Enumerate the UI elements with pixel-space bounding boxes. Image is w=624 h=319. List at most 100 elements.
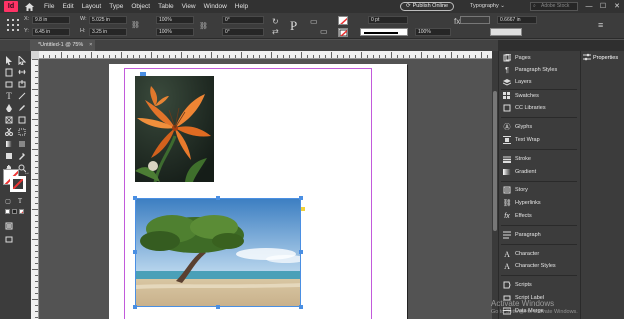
panel-cc-libraries[interactable]: CC Libraries <box>503 103 546 113</box>
panel-character[interactable]: A Character <box>503 249 539 259</box>
pasteboard[interactable] <box>39 59 492 319</box>
resize-handle-tr[interactable] <box>299 196 303 200</box>
link-badge-icon[interactable] <box>140 72 146 76</box>
stroke-weight-field[interactable]: 0 pt <box>368 16 408 24</box>
content-collector-tool-icon[interactable] <box>4 79 14 89</box>
panel-scripts[interactable]: Scripts <box>503 280 532 290</box>
close-tab-icon[interactable]: × <box>89 40 92 51</box>
tree-beach-image[interactable] <box>135 198 301 307</box>
horizontal-ruler[interactable] <box>31 51 494 59</box>
scissors-tool-icon[interactable] <box>4 127 14 137</box>
fill-swatch[interactable] <box>338 16 348 25</box>
publish-online-button[interactable]: ⟳ Publish Online <box>400 2 455 11</box>
apply-none-icon[interactable] <box>19 209 24 214</box>
x-field[interactable]: 9.8 in <box>32 16 70 24</box>
formatting-container-icon[interactable]: ▢ <box>3 196 13 206</box>
note-tool-icon[interactable] <box>4 151 14 161</box>
scale-x-field[interactable]: 100% <box>156 16 194 24</box>
menu-file[interactable]: File <box>40 0 58 13</box>
vertical-ruler[interactable] <box>31 59 39 319</box>
gap-tool-icon[interactable] <box>17 67 27 77</box>
ruler-origin[interactable] <box>31 51 39 59</box>
scale-y-field[interactable]: 100% <box>156 28 194 36</box>
panel-story[interactable]: Story <box>503 185 528 195</box>
width-field[interactable]: 0.6667 in <box>497 16 537 24</box>
apply-color-icon[interactable] <box>5 209 10 214</box>
properties-dock-header[interactable] <box>580 40 624 51</box>
menu-window[interactable]: Window <box>200 0 231 13</box>
flower-image[interactable] <box>135 76 214 182</box>
menu-view[interactable]: View <box>178 0 200 13</box>
panel-hyperlinks[interactable]: ⛓ Hyperlinks <box>503 198 541 208</box>
search-input[interactable]: ⌕ Adobe Stock <box>530 2 578 11</box>
panel-layers[interactable]: Layers <box>503 77 532 87</box>
formatting-text-icon[interactable]: T <box>15 196 25 206</box>
rotation-field[interactable]: 0° <box>222 16 264 24</box>
menu-type[interactable]: Type <box>105 0 127 13</box>
panel-character-styles[interactable]: A Character Styles <box>503 261 556 271</box>
corner-option-handle[interactable] <box>301 207 305 211</box>
panel-dock-header[interactable] <box>498 40 580 51</box>
gradient-feather-tool-icon[interactable] <box>17 139 27 149</box>
menu-table[interactable]: Table <box>154 0 178 13</box>
apply-gradient-icon[interactable] <box>12 209 17 214</box>
close-button[interactable]: ✕ <box>611 0 623 13</box>
y-field[interactable]: 6.45 in <box>32 28 70 36</box>
free-transform-tool-icon[interactable] <box>17 127 27 137</box>
panel-pages[interactable]: Pages <box>503 53 531 63</box>
rectangle-frame-tool-icon[interactable] <box>4 115 14 125</box>
resize-handle-bm[interactable] <box>216 305 220 309</box>
resize-handle-tl[interactable] <box>133 196 137 200</box>
gradient-swatch-tool-icon[interactable] <box>4 139 14 149</box>
reference-point-icon[interactable] <box>6 18 20 32</box>
stroke-swatch[interactable] <box>338 28 348 37</box>
selection-tool-icon[interactable] <box>4 55 14 65</box>
h-field[interactable]: 3.25 in <box>89 28 127 36</box>
properties-tab[interactable]: Properties <box>581 51 624 65</box>
pen-tool-icon[interactable] <box>4 103 14 113</box>
panel-text-wrap[interactable]: Text Wrap <box>503 135 540 145</box>
align-options[interactable] <box>460 16 490 24</box>
select-container-icon[interactable]: ▭ <box>310 17 318 26</box>
gear-icon[interactable]: ≡ <box>598 20 603 30</box>
resize-handle-br[interactable] <box>299 305 303 309</box>
opacity-field[interactable]: 100% <box>415 28 451 36</box>
panel-paragraph[interactable]: Paragraph <box>503 230 541 240</box>
panel-effects[interactable]: fx Effects <box>503 211 531 221</box>
page-tool-icon[interactable] <box>4 67 14 77</box>
eyedropper-tool-icon[interactable] <box>17 151 27 161</box>
stroke-color-box[interactable] <box>10 176 26 192</box>
direct-selection-tool-icon[interactable] <box>17 55 27 65</box>
maximize-button[interactable]: ☐ <box>597 0 609 13</box>
content-placer-tool-icon[interactable] <box>17 79 27 89</box>
document-tab[interactable]: *Untitled-1 @ 75% × <box>30 40 96 51</box>
select-content-icon[interactable]: ▭ <box>320 27 328 36</box>
menu-layout[interactable]: Layout <box>78 0 106 13</box>
scale-link-icon[interactable]: ⛓ <box>199 22 208 30</box>
panel-glyphs[interactable]: Ⓐ Glyphs <box>503 122 533 132</box>
line-tool-icon[interactable] <box>17 91 27 101</box>
menu-help[interactable]: Help <box>231 0 252 13</box>
panel-gradient[interactable]: Gradient <box>503 167 536 177</box>
shear-field[interactable]: 0° <box>222 28 264 36</box>
type-tool-icon[interactable]: T <box>4 91 14 101</box>
w-field[interactable]: 5.025 in <box>89 16 127 24</box>
panel-stroke[interactable]: Stroke <box>503 154 531 164</box>
panel-paragraph-styles[interactable]: ¶ Paragraph Styles <box>503 65 557 75</box>
menu-object[interactable]: Object <box>127 0 154 13</box>
minimize-button[interactable]: — <box>583 0 595 13</box>
constrain-proportions-icon[interactable]: ⛓ <box>131 21 140 29</box>
scrollbar-thumb[interactable] <box>493 91 497 231</box>
rotate-icon[interactable]: ↻ <box>272 17 279 26</box>
auto-fit-field[interactable] <box>490 28 522 36</box>
screen-mode-icon[interactable] <box>4 221 14 231</box>
workspace-switcher[interactable]: Typography ⌄ <box>470 2 505 11</box>
panel-swatches[interactable]: Swatches <box>503 91 539 101</box>
resize-handle-tm[interactable] <box>216 196 220 200</box>
home-icon[interactable] <box>24 2 34 12</box>
paragraph-type-icon[interactable]: P <box>290 18 297 34</box>
resize-handle-ml[interactable] <box>133 250 137 254</box>
stroke-type-select[interactable] <box>360 28 408 36</box>
menu-edit[interactable]: Edit <box>58 0 77 13</box>
pencil-tool-icon[interactable] <box>17 103 27 113</box>
